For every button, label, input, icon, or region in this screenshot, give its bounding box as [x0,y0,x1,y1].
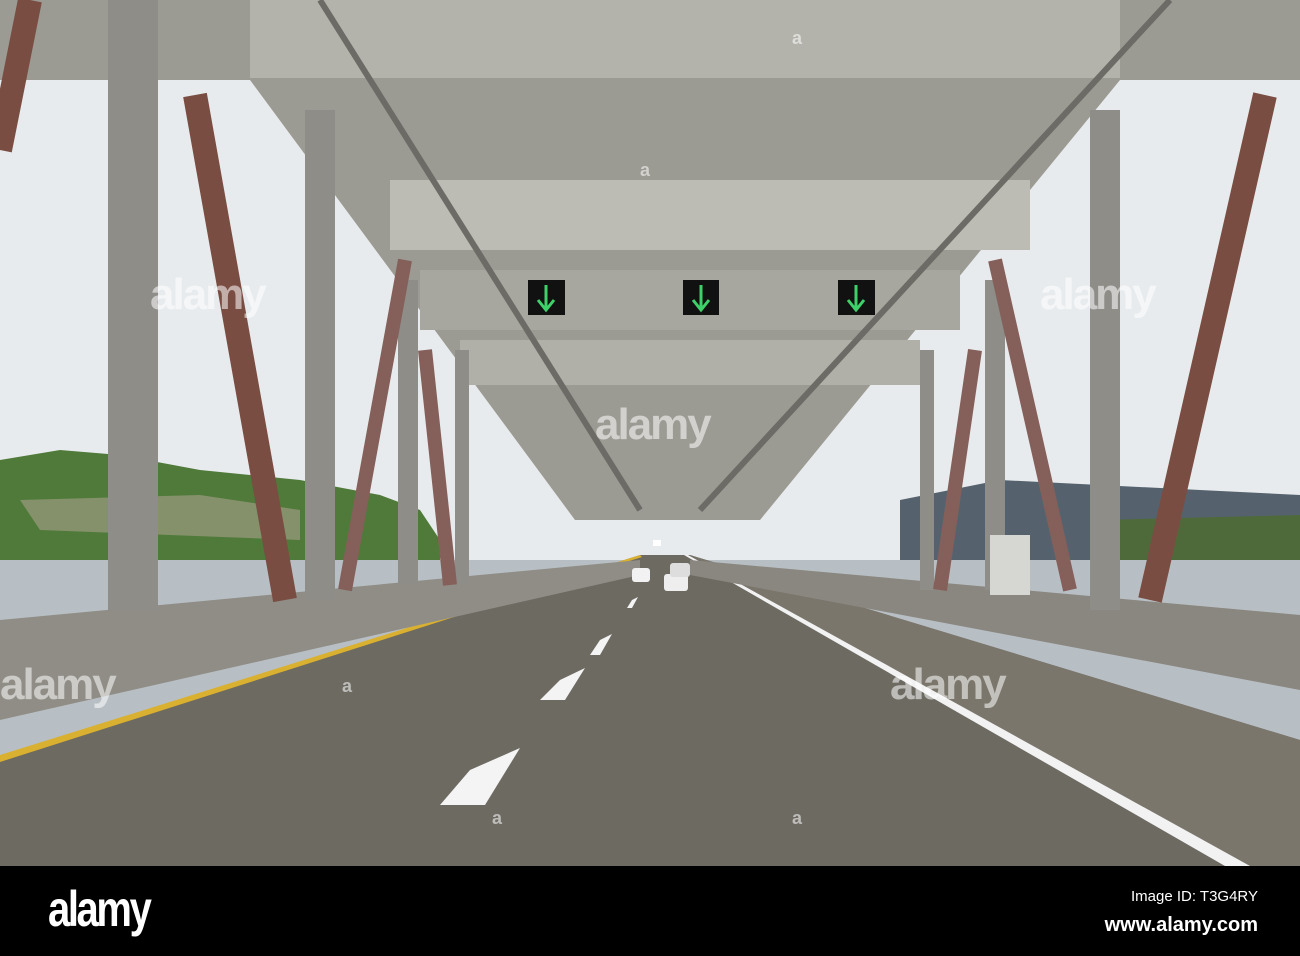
deck-beam [250,0,1120,78]
watermark-mark: a [792,28,803,48]
footer-bar: alamy Image ID: T3G4RY www.alamy.com [0,866,1300,956]
utility-box [990,535,1030,595]
watermark-mark: a [640,160,651,180]
website-link: www.alamy.com [1104,914,1258,936]
cross-beam [390,180,1030,250]
watermark: alamy [595,400,712,449]
watermark: alamy [150,270,267,319]
watermark-mark: a [792,808,803,828]
watermark-mark: a [342,676,353,696]
watermark-mark: a [492,808,503,828]
stock-photo-page: alamy alamy alamy alamy alamy a a a a a … [0,0,1300,956]
hill-right-green [1100,515,1300,560]
watermark: alamy [1040,270,1157,319]
image-id: Image ID: T3G4RY [1130,888,1258,905]
watermark: alamy [890,660,1007,709]
watermark: alamy [0,660,117,709]
alamy-logo: alamy [48,881,152,937]
